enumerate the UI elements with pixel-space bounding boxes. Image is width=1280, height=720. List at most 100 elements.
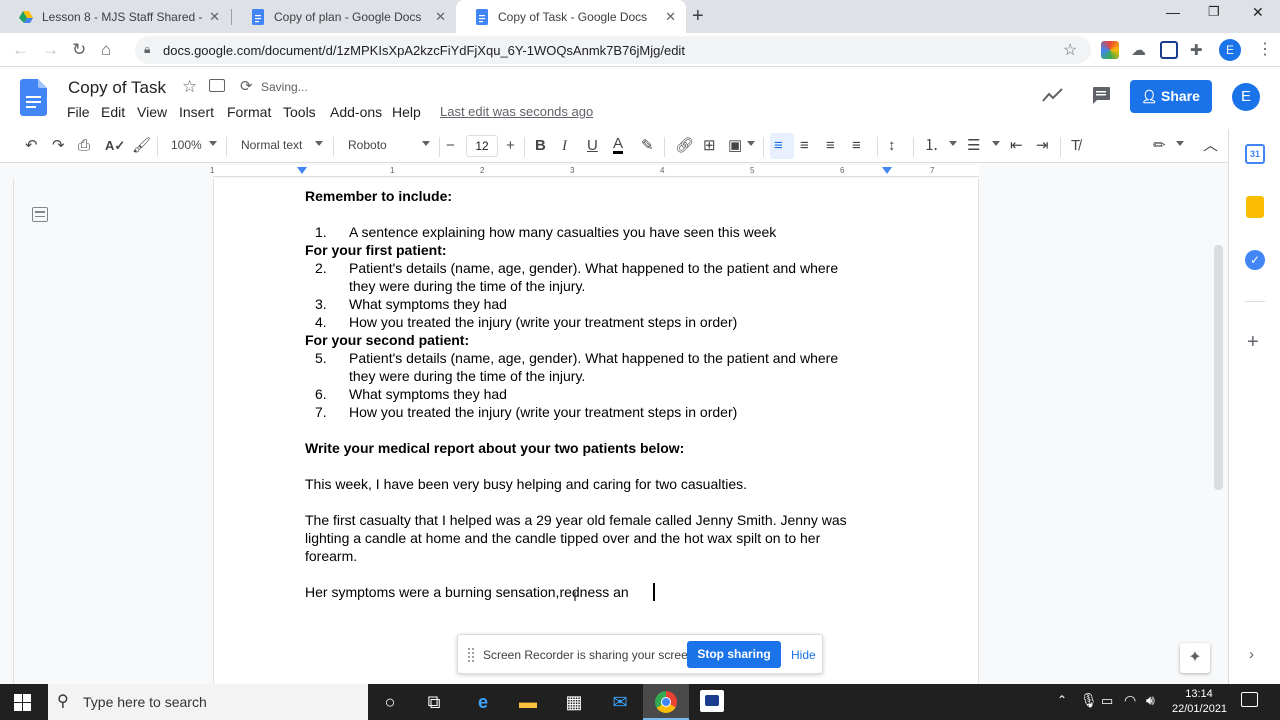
underline-icon[interactable]: U (587, 137, 598, 155)
paint-format-icon[interactable]: 🖌︎ (132, 137, 151, 155)
decrease-font-size-button[interactable]: − (446, 137, 455, 155)
wifi-icon[interactable]: ◠ (1124, 692, 1136, 709)
numbered-list-icon[interactable]: ⒈ (924, 137, 939, 155)
hide-banner-button[interactable]: Hide (791, 648, 816, 662)
paragraph-style-select[interactable]: Normal text (241, 138, 302, 152)
calendar-icon[interactable]: 31 (1245, 144, 1265, 164)
activity-trend-icon[interactable] (1042, 87, 1064, 103)
italic-icon[interactable]: I (562, 137, 567, 155)
google-docs-logo-icon[interactable] (20, 79, 47, 116)
restore-icon[interactable]: ❐ (1208, 4, 1220, 20)
bulleted-list-icon[interactable]: ☰ (967, 137, 980, 155)
task-view-icon[interactable]: ⧉ (422, 690, 446, 714)
text-color-icon[interactable]: A (613, 136, 624, 154)
extensions-puzzle-icon[interactable]: ✚ (1190, 41, 1208, 59)
bold-icon[interactable]: B (535, 137, 546, 155)
windows-start-icon[interactable] (14, 694, 31, 711)
reload-icon[interactable]: ↻ (72, 40, 86, 60)
menu-insert[interactable]: Insert (179, 104, 214, 120)
tasks-icon[interactable]: ✓ (1245, 250, 1265, 270)
expand-side-panel-chevron-icon[interactable]: › (1249, 646, 1254, 663)
document-scrollbar[interactable] (1214, 245, 1223, 490)
document-outline-icon[interactable] (32, 207, 48, 222)
close-icon[interactable]: ✕ (209, 9, 220, 25)
decrease-indent-icon[interactable]: ⇤ (1010, 137, 1023, 155)
browser-tab-lesson8[interactable]: Lesson 8 - MJS Staff Shared - Go ✕ (0, 0, 230, 33)
left-indent-marker[interactable] (297, 167, 307, 174)
screen-recorder-taskbar-icon[interactable] (700, 690, 724, 712)
align-justify-icon[interactable]: ≡ (852, 137, 861, 155)
browser-tab-copy-of-plan[interactable]: Copy of plan - Google Docs ✕ (232, 0, 456, 33)
insert-image-icon[interactable]: ▣ (728, 137, 742, 155)
last-edit-link[interactable]: Last edit was seconds ago (440, 104, 593, 119)
mail-icon[interactable]: ✉ (608, 690, 632, 714)
cloud-extension-icon[interactable]: ☁ (1131, 41, 1149, 59)
notifications-icon[interactable] (1241, 692, 1258, 707)
menu-view[interactable]: View (137, 104, 167, 120)
align-center-icon[interactable]: ≡ (800, 137, 809, 155)
keep-notes-icon[interactable] (1246, 196, 1264, 218)
editing-mode-pencil-icon[interactable]: ✏︎ (1153, 137, 1166, 155)
redo-icon[interactable]: ↷ (52, 137, 65, 155)
window-close-icon[interactable]: ✕ (1252, 4, 1264, 21)
volume-icon[interactable]: 🔊︎ (1146, 692, 1155, 709)
menu-file[interactable]: File (67, 104, 90, 120)
minimize-icon[interactable]: — (1166, 4, 1180, 20)
system-clock[interactable]: 13:14 22/01/2021 (1172, 687, 1227, 717)
address-bar[interactable]: 🔒︎ docs.google.com/document/d/1zMPKIsXpA… (135, 36, 1091, 64)
comment-icon[interactable] (1091, 86, 1111, 105)
spellcheck-icon[interactable]: A✓ (105, 137, 125, 155)
move-folder-icon[interactable] (209, 79, 225, 92)
add-addon-plus-icon[interactable]: + (1247, 331, 1259, 354)
back-arrow-icon[interactable]: ← (12, 40, 29, 60)
edge-browser-icon[interactable]: e (471, 690, 495, 714)
share-button[interactable]: 👤︎ Share (1130, 80, 1212, 113)
taskbar-search-box[interactable]: ⚲ Type here to search (48, 684, 368, 720)
chrome-taskbar-icon[interactable] (655, 691, 677, 713)
chrome-profile-avatar[interactable]: E (1219, 39, 1241, 61)
docs-profile-avatar[interactable]: E (1232, 83, 1260, 111)
screen-recorder-extension-icon[interactable] (1160, 41, 1178, 59)
star-icon[interactable]: ☆ (182, 77, 197, 97)
zoom-select[interactable]: 100% (171, 138, 202, 152)
home-icon[interactable]: ⌂ (101, 40, 111, 60)
extension-color-icon[interactable] (1101, 41, 1119, 59)
clear-formatting-icon[interactable]: T̸ (1071, 137, 1080, 155)
menu-format[interactable]: Format (227, 104, 271, 120)
drag-handle-icon[interactable] (468, 648, 474, 662)
close-icon[interactable]: ✕ (665, 9, 676, 25)
insert-link-icon[interactable]: 🔗︎ (675, 137, 694, 155)
menu-edit[interactable]: Edit (101, 104, 125, 120)
right-indent-marker[interactable] (882, 167, 892, 174)
menu-tools[interactable]: Tools (283, 104, 316, 120)
cortana-icon[interactable]: ○ (378, 690, 402, 714)
align-right-icon[interactable]: ≡ (826, 137, 835, 155)
font-family-select[interactable]: Roboto (348, 138, 387, 152)
font-size-input[interactable]: 12 (466, 135, 498, 157)
document-title[interactable]: Copy of Task (68, 78, 166, 98)
print-icon[interactable]: ⎙ (78, 137, 90, 155)
menu-help[interactable]: Help (392, 104, 421, 120)
add-comment-icon[interactable]: ⊞ (703, 137, 716, 155)
align-left-icon[interactable]: ≡ (774, 137, 783, 155)
undo-icon[interactable]: ↶ (25, 137, 38, 155)
menu-addons[interactable]: Add-ons (330, 104, 382, 120)
increase-indent-icon[interactable]: ⇥ (1036, 137, 1049, 155)
microsoft-store-icon[interactable]: ▦ (562, 690, 586, 714)
forward-arrow-icon[interactable]: → (42, 40, 59, 60)
document-page[interactable]: Remember to include: 1. A sentence expla… (213, 179, 979, 684)
show-hidden-icons-chevron-icon[interactable]: ⌃ (1057, 693, 1067, 707)
battery-icon[interactable]: ▭ (1101, 693, 1113, 709)
highlight-color-icon[interactable]: ✎ (641, 137, 654, 155)
collapse-menus-chevron-up-icon[interactable]: ︿ (1203, 137, 1218, 155)
file-explorer-icon[interactable]: ▬ (516, 690, 540, 714)
stop-sharing-button[interactable]: Stop sharing (687, 641, 781, 668)
close-icon[interactable]: ✕ (435, 9, 446, 25)
bookmark-star-icon[interactable]: ☆ (1063, 40, 1077, 60)
chrome-menu-icon[interactable]: ⋮ (1257, 39, 1273, 59)
browser-tab-copy-of-task[interactable]: Copy of Task - Google Docs ✕ (456, 0, 686, 33)
explore-icon[interactable]: ✦ (1180, 643, 1210, 673)
new-tab-button[interactable]: + (692, 5, 704, 28)
increase-font-size-button[interactable]: + (506, 137, 515, 155)
line-spacing-icon[interactable]: ↕ (888, 137, 896, 155)
